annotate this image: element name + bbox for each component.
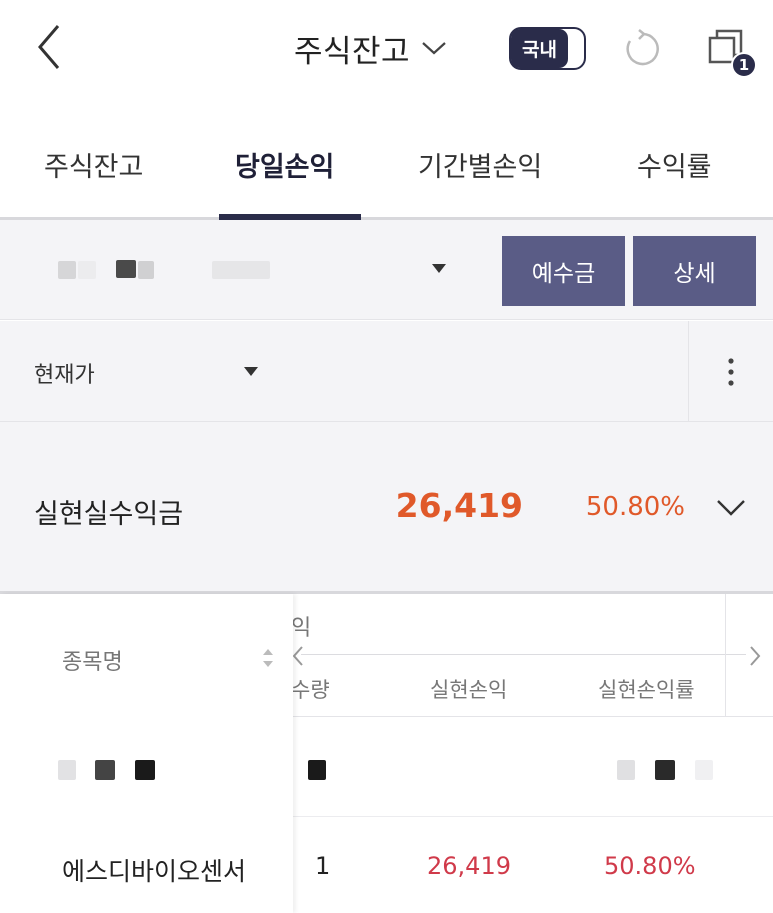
masked-account-part <box>116 260 136 278</box>
more-options-button[interactable] <box>688 321 773 421</box>
summary-value: 26,419 <box>395 486 523 525</box>
masked-cell <box>617 760 635 780</box>
masked-account-part <box>212 261 270 279</box>
column-group-label: 익 <box>293 616 312 641</box>
price-type-label: 현재가 <box>34 363 95 388</box>
realized-profit-summary[interactable]: 실현실수익금 26,419 50.80% <box>0 422 773 594</box>
summary-label: 실현실수익금 <box>34 499 184 530</box>
account-select[interactable] <box>0 220 490 320</box>
back-button[interactable] <box>30 22 70 72</box>
top-bar: 주식잔고 국내 1 <box>0 0 773 100</box>
tab-return-rate[interactable]: 수익률 <box>637 145 712 184</box>
chevron-down-icon <box>422 42 446 55</box>
stock-name[interactable]: 에스디바이오센서 <box>62 852 246 888</box>
masked-stock-part <box>95 760 115 780</box>
deposit-button[interactable]: 예수금 <box>502 236 625 306</box>
chevron-left-icon <box>38 25 60 69</box>
holdings-table: 종목명 에스디바이오센서 익 수량 실현손익 실현손익률 1 26,419 50… <box>0 594 773 913</box>
price-type-select[interactable]: 현재가 <box>0 321 688 421</box>
refresh-button[interactable] <box>622 28 664 70</box>
caret-down-icon <box>432 264 446 273</box>
masked-cell <box>655 760 675 780</box>
group-divider <box>301 654 746 655</box>
sort-icon[interactable] <box>262 646 274 670</box>
caret-down-icon <box>244 367 258 376</box>
column-header-realized-profit[interactable]: 실현손익 <box>430 674 507 704</box>
tab-daily-profit[interactable]: 당일손익 <box>235 145 334 184</box>
column-header-realized-rate[interactable]: 실현손익률 <box>598 674 695 704</box>
masked-cell <box>695 760 713 780</box>
column-divider <box>725 594 726 717</box>
summary-rate: 50.80% <box>585 492 685 522</box>
masked-stock-part <box>58 760 76 780</box>
refresh-icon <box>626 29 659 66</box>
page-title: 주식잔고 <box>294 33 411 70</box>
tab-stock-balance[interactable]: 주식잔고 <box>44 145 143 184</box>
column-header-qty[interactable]: 수량 <box>293 674 330 704</box>
fixed-name-column: 종목명 에스디바이오센서 <box>0 594 293 913</box>
cell-realized-rate: 50.80% <box>604 852 696 880</box>
masked-account-part <box>78 261 96 279</box>
chevron-right-icon[interactable] <box>748 644 762 668</box>
masked-stock-part <box>135 760 155 780</box>
masked-cell <box>308 760 326 780</box>
more-vertical-icon <box>728 358 734 386</box>
scrollable-columns[interactable]: 익 수량 실현손익 실현손익률 1 26,419 50.80% <box>293 594 773 913</box>
column-header-name[interactable]: 종목명 <box>62 644 123 676</box>
detail-button[interactable]: 상세 <box>633 236 756 306</box>
title-dropdown[interactable]: 주식잔고 <box>294 24 448 72</box>
tab-bar: 주식잔고 당일손익 기간별손익 수익률 <box>0 120 773 220</box>
masked-account-part <box>58 261 76 279</box>
masked-account-part <box>138 261 154 279</box>
chevron-down-icon <box>717 500 745 516</box>
market-toggle-label: 국내 <box>511 29 568 68</box>
cell-qty: 1 <box>315 852 331 880</box>
chevron-left-icon[interactable] <box>293 644 305 668</box>
market-toggle[interactable]: 국내 <box>509 27 586 70</box>
tab-period-profit[interactable]: 기간별손익 <box>418 145 542 184</box>
account-selector-row: 예수금 상세 <box>0 220 773 320</box>
notification-badge: 1 <box>731 52 757 78</box>
cell-realized-profit: 26,419 <box>427 852 511 880</box>
windows-button[interactable]: 1 <box>706 28 757 80</box>
price-filter-row: 현재가 <box>0 321 773 422</box>
